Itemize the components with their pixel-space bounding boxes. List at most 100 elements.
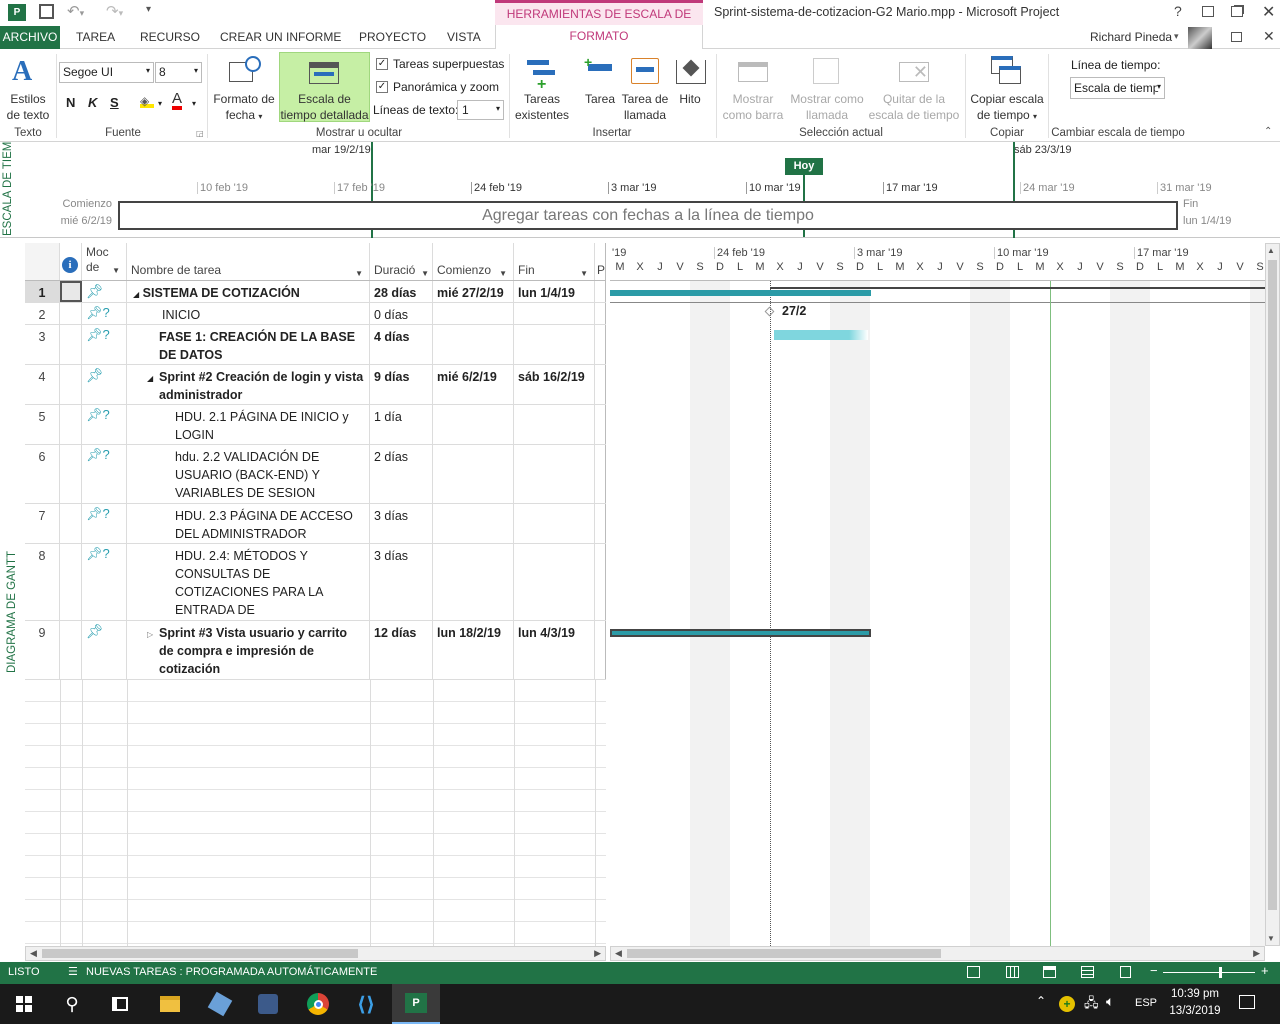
tab-tarea[interactable]: TAREA (76, 30, 115, 44)
task-name-cell[interactable]: FASE 1: CREACIÓN DE LA BASE DE DATOS (127, 325, 370, 364)
predecessors-cell[interactable] (595, 445, 606, 503)
finish-cell[interactable] (514, 544, 595, 620)
network-icon[interactable]: 🖧︎ (1084, 994, 1099, 1016)
clock-date[interactable]: 13/3/2019 (1160, 1005, 1230, 1017)
tab-archivo[interactable]: ARCHIVO (0, 26, 60, 49)
timeline-view[interactable]: ESCALA DE TIEMPO mar 19/2/19 sáb 23/3/19… (0, 142, 1280, 238)
view-task-usage-icon[interactable] (1006, 966, 1019, 978)
milestone-diamond-icon[interactable] (764, 306, 775, 317)
row-id[interactable]: 5 (25, 405, 60, 444)
start-cell[interactable]: mié 6/2/19 (433, 365, 514, 404)
milestone-button[interactable]: Hito (672, 91, 708, 107)
timeline-select[interactable]: Escala de tiemp ▾ (1070, 77, 1165, 99)
mode-column-header[interactable]: Moc de ▼ (82, 243, 127, 280)
grid-horizontal-scrollbar[interactable]: ◀ ▶ (25, 946, 606, 961)
close-doc-icon[interactable]: ✕ (1263, 28, 1275, 45)
callout-task-button[interactable]: Tarea de llamada (620, 91, 670, 123)
finish-cell[interactable] (514, 445, 595, 503)
duration-cell[interactable]: 28 días (370, 281, 433, 302)
row-id[interactable]: 9 (25, 621, 60, 679)
row-id[interactable]: 1 (25, 281, 60, 302)
user-name[interactable]: Richard Pineda (1090, 30, 1172, 44)
tab-formato[interactable]: FORMATO (495, 25, 703, 49)
row-id[interactable]: 6 (25, 445, 60, 503)
chrome-icon[interactable] (294, 984, 342, 1024)
undo-icon[interactable]: ↶▾ (67, 2, 84, 20)
show-as-callout-button[interactable]: Mostrar como llamada (786, 91, 868, 123)
info-cell[interactable] (60, 365, 82, 404)
notifications-icon[interactable] (1239, 995, 1255, 1009)
font-dialog-launcher-icon[interactable]: ◲ (196, 129, 204, 138)
help-button[interactable]: ? (1174, 3, 1182, 19)
row-id[interactable]: 2 (25, 303, 60, 324)
gantt-chart[interactable]: '19 24 feb '19 3 mar '19 10 mar '19 17 m… (610, 243, 1265, 946)
predecessors-cell[interactable] (595, 281, 606, 302)
select-all-corner[interactable] (25, 243, 60, 280)
collapse-icon[interactable]: ◢ (147, 370, 153, 388)
predecessors-cell[interactable] (595, 544, 606, 620)
tab-proyecto[interactable]: PROYECTO (359, 30, 426, 44)
duration-column-header[interactable]: Duració ▼ (370, 243, 433, 280)
view-report-icon[interactable] (1120, 966, 1131, 978)
finish-cell[interactable]: lun 1/4/19 (514, 281, 595, 302)
start-column-header[interactable]: Comienzo ▼ (433, 243, 514, 280)
tab-vista[interactable]: VISTA (447, 30, 481, 44)
window-restore-button[interactable] (1231, 6, 1243, 17)
duration-cell[interactable]: 4 días (370, 325, 433, 364)
date-format-button[interactable]: Formato de fecha ▾ (211, 91, 277, 125)
name-column-header[interactable]: Nombre de tarea ▼ (127, 243, 370, 280)
chart-horizontal-scrollbar[interactable]: ◀ ▶ (610, 946, 1265, 961)
redo-icon[interactable]: ↷▾ (106, 2, 123, 20)
duration-cell[interactable]: 9 días (370, 365, 433, 404)
duration-cell[interactable]: 0 días (370, 303, 433, 324)
overlapping-tasks-checkbox[interactable]: ✓ (376, 58, 388, 70)
start-cell[interactable] (433, 405, 514, 444)
text-lines-spinner[interactable]: 1 ▾ (457, 100, 504, 120)
underline-button[interactable]: S (110, 95, 119, 110)
table-row[interactable]: 3 📌︎? FASE 1: CREACIÓN DE LA BASE DE DAT… (25, 325, 606, 365)
save-icon[interactable] (39, 4, 54, 19)
table-row[interactable]: 6 📌︎? hdu. 2.2 VALIDACIÓN DE USUARIO (BA… (25, 445, 606, 504)
tab-recurso[interactable]: RECURSO (140, 30, 200, 44)
finish-cell[interactable]: lun 4/3/19 (514, 621, 595, 679)
chevron-down-icon[interactable]: ▼ (580, 265, 588, 280)
task-name-cell[interactable]: INICIO (127, 303, 370, 324)
task-view-icon[interactable] (96, 984, 144, 1024)
table-row[interactable]: 4 📌︎ ◢ Sprint #2 Creación de login y vist… (25, 365, 606, 405)
duration-cell[interactable]: 3 días (370, 504, 433, 543)
start-cell[interactable] (433, 303, 514, 324)
app-3d-icon[interactable] (196, 984, 244, 1024)
font-size-select[interactable]: 8 ▾ (155, 62, 202, 83)
view-team-planner-icon[interactable] (1043, 966, 1056, 978)
finish-cell[interactable]: sáb 16/2/19 (514, 365, 595, 404)
table-row[interactable]: 7 📌︎? HDU. 2.3 PÁGINA DE ACCESO DEL ADMI… (25, 504, 606, 544)
task-name-cell[interactable]: HDU. 2.3 PÁGINA DE ACCESO DEL ADMINISTRA… (127, 504, 370, 543)
info-cell[interactable] (60, 544, 82, 620)
vscode-icon[interactable]: ⟨⟩ (342, 984, 390, 1024)
tray-chevron-icon[interactable]: ⌃ (1036, 994, 1046, 1008)
chevron-down-icon[interactable]: ▼ (421, 265, 429, 280)
start-cell[interactable] (433, 544, 514, 620)
info-cell[interactable] (60, 621, 82, 679)
tray-app-icon[interactable]: + (1059, 996, 1075, 1012)
bold-button[interactable]: N (66, 95, 75, 110)
view-resource-sheet-icon[interactable] (1081, 966, 1094, 978)
table-row[interactable]: 2 📌︎? INICIO 0 días (25, 303, 606, 325)
finish-cell[interactable] (514, 504, 595, 543)
timeline-bar[interactable]: Agregar tareas con fechas a la línea de … (118, 201, 1178, 230)
predecessors-cell[interactable] (595, 365, 606, 404)
table-row[interactable]: 1 📌︎ ◢ SISTEMA DE COTIZACIÓN 28 días mié… (25, 281, 606, 303)
restore-doc-icon[interactable] (1231, 32, 1242, 42)
info-cell[interactable] (60, 504, 82, 543)
project-app-icon[interactable]: P (8, 4, 26, 21)
row-id[interactable]: 7 (25, 504, 60, 543)
zoom-out-icon[interactable]: − (1150, 963, 1158, 978)
task-name-cell[interactable]: ◢ Sprint #2 Creación de login y vista adm… (127, 365, 370, 404)
scroll-thumb[interactable] (627, 949, 941, 958)
info-cell[interactable] (60, 303, 82, 324)
fill-color-icon[interactable]: ◈ (140, 94, 154, 108)
collapse-ribbon-icon[interactable]: ⌃ (1264, 126, 1272, 137)
chevron-down-icon[interactable]: ▼ (499, 265, 507, 280)
info-cell[interactable] (60, 445, 82, 503)
new-tasks-mode[interactable]: NUEVAS TAREAS : PROGRAMADA AUTOMÁTICAMEN… (86, 966, 377, 978)
